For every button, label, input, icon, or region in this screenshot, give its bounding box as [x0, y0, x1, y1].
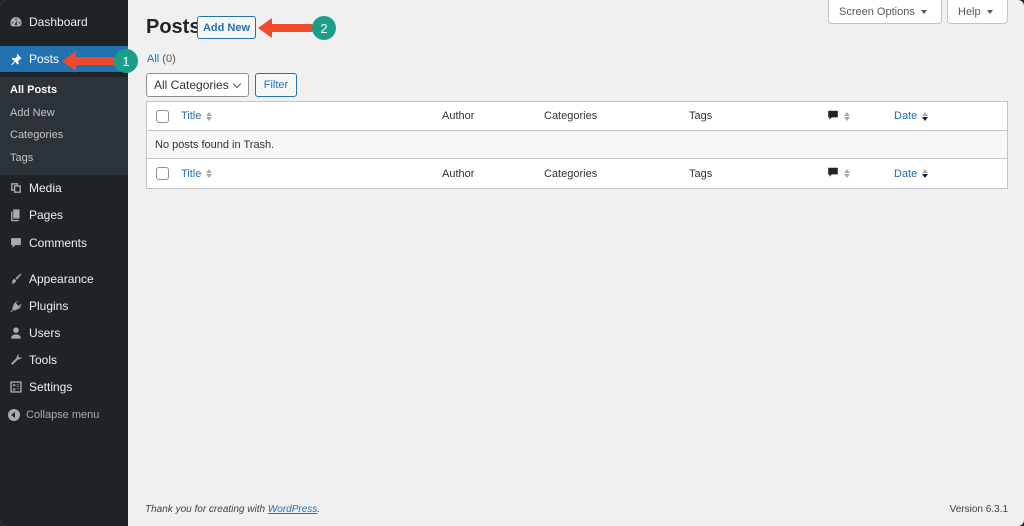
arrow-1-icon [62, 51, 118, 71]
annotation-badge-2: 2 [312, 16, 336, 40]
arrow-2-icon [258, 18, 314, 38]
annotation-arrows [62, 18, 314, 71]
admin-screen: Dashboard Posts All Posts Add New Catego… [0, 0, 1024, 526]
annotation-badge-1: 1 [114, 49, 138, 73]
